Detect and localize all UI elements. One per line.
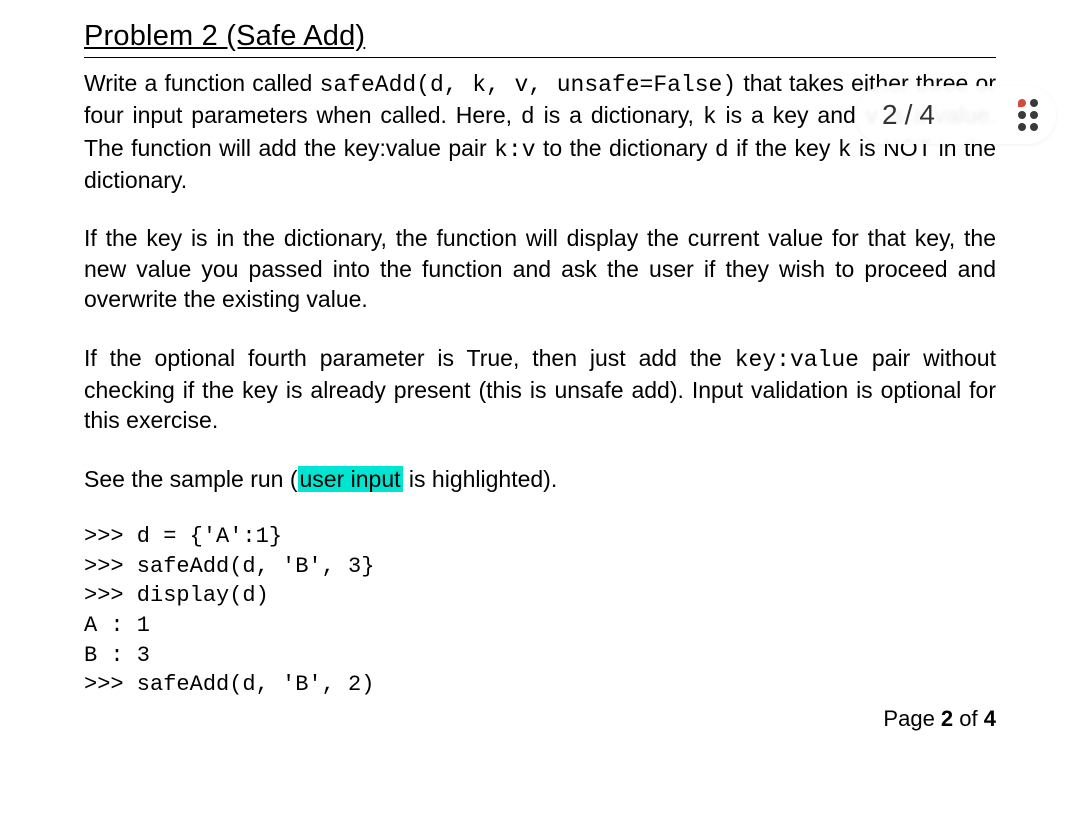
heading-rule [84, 57, 996, 58]
inline-code: safeAdd(d, k, v, unsafe=False) [320, 72, 737, 98]
grid-menu-icon[interactable] [1018, 99, 1038, 131]
inline-code: key:value [735, 347, 859, 373]
text: is a dictionary, [535, 102, 703, 128]
text: to the dictionary [536, 135, 715, 161]
problem-paragraph-4: See the sample run (user input is highli… [84, 464, 996, 494]
footer-total-pages: 4 [984, 706, 996, 731]
code-line: >>> safeAdd(d, 'B', 3} [84, 554, 374, 579]
code-line: >>> safeAdd(d, 'B', 2) [84, 672, 374, 697]
code-line: >>> display(d) [84, 583, 269, 608]
text: if the key [729, 135, 838, 161]
page-indicator-overlay[interactable]: 2/4 [856, 86, 1056, 144]
highlighted-text: user input [298, 466, 403, 492]
sample-run-code: >>> d = {'A':1} >>> safeAdd(d, 'B', 3} >… [84, 522, 996, 700]
inline-code: k [838, 137, 852, 163]
page-indicator-numbers: 2/4 [882, 99, 936, 131]
inline-code: k:v [494, 137, 535, 163]
text: See the sample run ( [84, 466, 298, 492]
indicator-current-page: 2 [882, 99, 899, 130]
problem-paragraph-2: If the key is in the dictionary, the fun… [84, 223, 996, 314]
footer-current-page: 2 [941, 706, 953, 731]
inline-code: d [715, 137, 729, 163]
indicator-separator: / [899, 99, 920, 130]
text: If the optional fourth parameter is True… [84, 345, 735, 371]
text: is highlighted). [403, 466, 558, 492]
problem-paragraph-1: Write a function called safeAdd(d, k, v,… [84, 68, 996, 195]
inline-code: k [703, 104, 717, 130]
footer-of: of [953, 706, 984, 731]
code-line: >>> d = {'A':1} [84, 524, 282, 549]
page-footer: Page 2 of 4 [883, 706, 996, 732]
problem-heading: Problem 2 (Safe Add) [84, 20, 996, 53]
code-line: A : 1 [84, 613, 150, 638]
footer-prefix: Page [883, 706, 941, 731]
indicator-total-pages: 4 [919, 99, 936, 130]
text: Write a function called [84, 70, 320, 96]
problem-paragraph-3: If the optional fourth parameter is True… [84, 343, 996, 436]
document-page: Problem 2 (Safe Add) Write a function ca… [0, 0, 1080, 818]
code-line: B : 3 [84, 643, 150, 668]
text: is a key and [717, 102, 865, 128]
inline-code: d [521, 104, 535, 130]
